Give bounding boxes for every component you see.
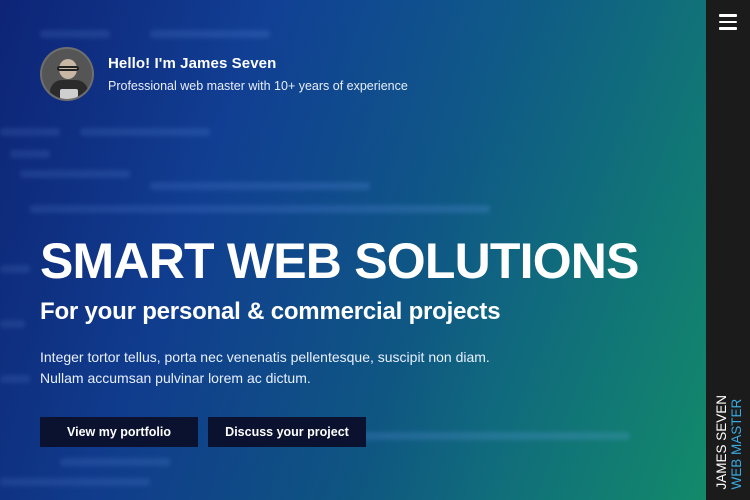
hero-description: Integer tortor tellus, porta nec venenat… xyxy=(40,347,560,389)
vertical-brand: JAMES SEVEN WEB MASTER xyxy=(714,395,744,490)
hero-section: Hello! I'm James Seven Professional web … xyxy=(0,0,706,500)
profile-block: Hello! I'm James Seven Professional web … xyxy=(40,47,408,101)
hero-headline: SMART WEB SOLUTIONS xyxy=(40,233,639,289)
right-sidebar: JAMES SEVEN WEB MASTER xyxy=(706,0,750,500)
hero-description-line-2: Nullam accumsan pulvinar lorem ac dictum… xyxy=(40,370,311,386)
brand-role: WEB MASTER xyxy=(729,399,744,490)
hero-description-line-1: Integer tortor tellus, porta nec venenat… xyxy=(40,349,490,365)
avatar xyxy=(40,47,94,101)
hamburger-menu-icon[interactable] xyxy=(719,14,737,30)
view-portfolio-button[interactable]: View my portfolio xyxy=(40,417,198,447)
brand-name: JAMES SEVEN xyxy=(714,395,729,490)
profile-tagline: Professional web master with 10+ years o… xyxy=(108,79,408,93)
discuss-project-button[interactable]: Discuss your project xyxy=(208,417,366,447)
hero-subheadline: For your personal & commercial projects xyxy=(40,298,501,325)
profile-text: Hello! I'm James Seven Professional web … xyxy=(108,55,408,93)
profile-greeting: Hello! I'm James Seven xyxy=(108,55,277,72)
